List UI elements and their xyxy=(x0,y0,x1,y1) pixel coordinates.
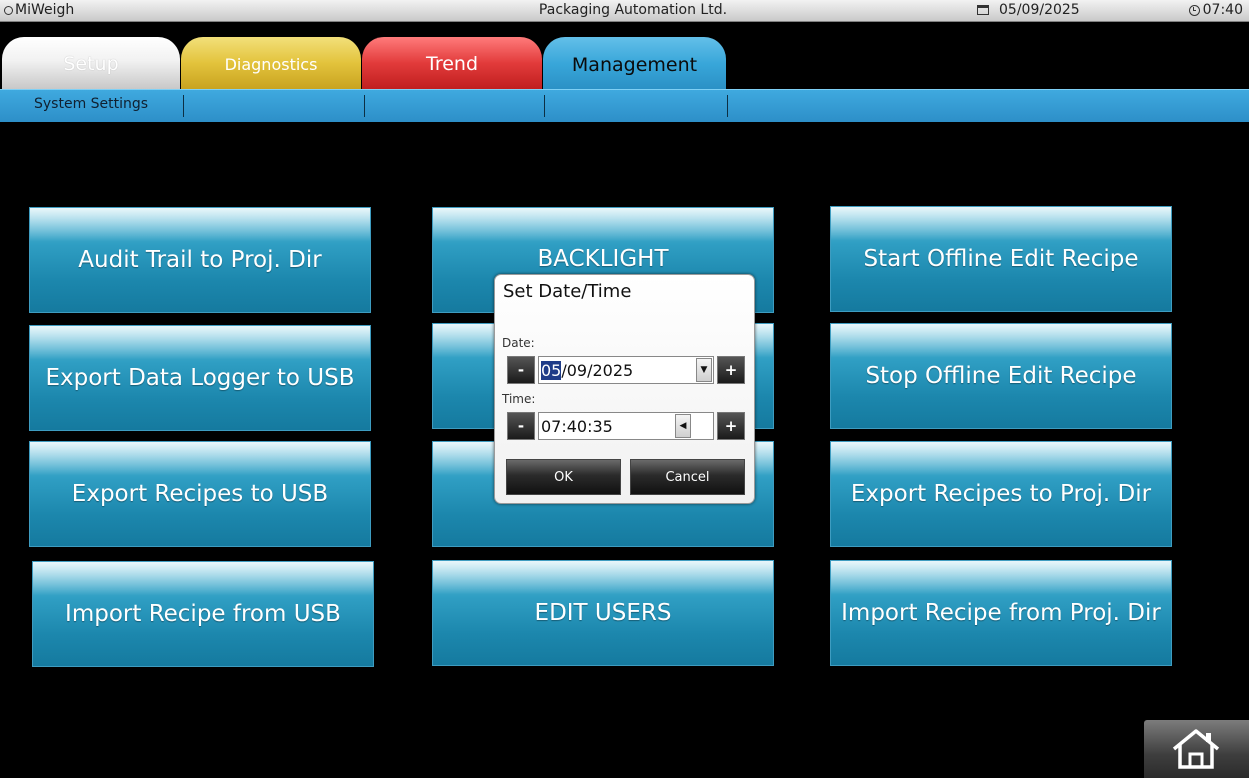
subnav-divider xyxy=(727,95,728,117)
export-data-logger-button[interactable]: Export Data Logger to USB xyxy=(29,325,371,431)
dialog-title: Set Date/Time xyxy=(503,281,632,302)
subnav-system-settings[interactable]: System Settings xyxy=(34,96,148,118)
title-bar: MiWeigh Packaging Automation Ltd. 05/09/… xyxy=(0,0,1249,22)
stop-offline-edit-button[interactable]: Stop Offline Edit Recipe xyxy=(830,323,1172,429)
calendar-icon xyxy=(977,5,989,15)
time-value: 07:40:35 xyxy=(541,417,613,436)
time-text: 07:40 xyxy=(1202,2,1243,18)
chevron-down-icon[interactable]: ▼ xyxy=(696,358,712,382)
ok-button[interactable]: OK xyxy=(506,459,621,495)
home-button[interactable] xyxy=(1144,720,1249,778)
date-plus-button[interactable]: + xyxy=(717,356,745,384)
date-value-rest: /09/2025 xyxy=(561,361,634,380)
date-display: 05/09/2025 xyxy=(977,2,1080,18)
subnav-divider xyxy=(544,95,545,117)
audit-trail-button[interactable]: Audit Trail to Proj. Dir xyxy=(29,207,371,313)
date-field[interactable]: 05/09/2025 ▼ xyxy=(538,356,714,384)
tab-trend[interactable]: Trend xyxy=(362,37,542,89)
export-recipes-usb-button[interactable]: Export Recipes to USB xyxy=(29,441,371,547)
date-day-selected: 05 xyxy=(541,361,562,380)
clock-icon xyxy=(1188,4,1200,16)
date-text: 05/09/2025 xyxy=(999,2,1080,18)
time-label: Time: xyxy=(502,392,536,406)
main-tabs: Setup Diagnostics Trend Management xyxy=(0,22,1249,91)
date-label: Date: xyxy=(502,336,535,350)
sub-navigation: System Settings xyxy=(0,89,1249,122)
time-display: 07:40 xyxy=(1188,2,1243,18)
time-field[interactable]: 07:40:35 ◀ xyxy=(538,412,714,440)
import-recipe-usb-button[interactable]: Import Recipe from USB xyxy=(32,561,374,667)
edit-users-button[interactable]: EDIT USERS xyxy=(432,560,774,666)
tab-diagnostics[interactable]: Diagnostics xyxy=(181,37,361,89)
chevron-left-icon[interactable]: ◀ xyxy=(675,414,691,438)
subnav-divider xyxy=(364,95,365,117)
tab-management[interactable]: Management xyxy=(543,37,726,91)
time-plus-button[interactable]: + xyxy=(717,412,745,440)
cancel-button[interactable]: Cancel xyxy=(630,459,745,495)
start-offline-edit-button[interactable]: Start Offline Edit Recipe xyxy=(830,206,1172,312)
time-minus-button[interactable]: - xyxy=(507,412,535,440)
date-minus-button[interactable]: - xyxy=(507,356,535,384)
home-icon xyxy=(1172,729,1220,769)
import-recipe-proj-button[interactable]: Import Recipe from Proj. Dir xyxy=(830,560,1172,666)
set-datetime-dialog: Set Date/Time Date: - 05/09/2025 ▼ + Tim… xyxy=(494,274,755,504)
export-recipes-proj-button[interactable]: Export Recipes to Proj. Dir xyxy=(830,441,1172,547)
date-value: 05/09/2025 xyxy=(541,361,633,380)
subnav-divider xyxy=(183,95,184,117)
tab-setup[interactable]: Setup xyxy=(2,37,180,89)
